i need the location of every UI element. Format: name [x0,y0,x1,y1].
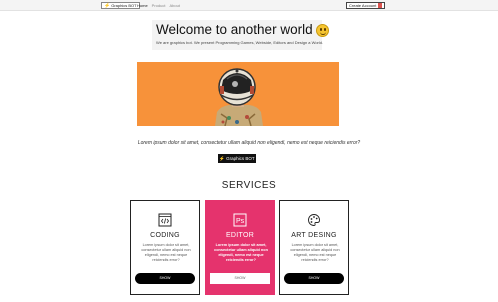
service-card-art: ART DESING Lorem ipsum dolor sit amet, c… [279,200,349,295]
palette-icon [308,214,320,226]
show-button[interactable]: SHOW [210,273,270,284]
nav-link-about[interactable]: About [169,3,179,8]
brand-logo[interactable]: ⚡ Graphics BOT [101,2,140,9]
code-icon [158,213,172,227]
banner-image [137,62,339,126]
card-title: CODING [150,232,180,239]
nav-link-product[interactable]: Product [152,3,166,8]
card-text: Lorem ipsum dolor sit amet, consectetur … [214,243,268,262]
create-account-button[interactable]: Create Account [346,2,386,9]
account-icon [378,3,383,8]
photoshop-icon: Ps [233,213,247,227]
svg-text:Ps: Ps [236,218,245,225]
smiley-icon [315,23,329,37]
brand-name: Graphics BOT [111,2,137,8]
services-heading: SERVICES [221,180,277,191]
intro-text: Lorem ipsum dolor sit amet, consectetur … [137,140,361,146]
card-text: Lorem ipsum dolor sit amet, consectetur … [290,243,340,262]
show-button[interactable]: SHOW [284,273,344,284]
lightning-icon: ⚡ [219,156,225,161]
show-button[interactable]: SHOW [135,273,195,284]
nav-link-home[interactable]: Home [137,3,148,8]
graphics-bot-button-label: Graphics BOT [226,156,255,161]
navbar: ⚡ Graphics BOT Home Product About Create… [0,0,498,11]
lightning-icon: ⚡ [104,2,111,9]
astronaut-illustration [215,68,263,126]
nav-links: Home Product About [137,3,180,8]
card-text: Lorem ipsum dolor sit amet, consectetur … [141,243,191,262]
hero-title-text: Welcome to another world [156,22,313,37]
card-title: EDITOR [225,232,255,239]
service-card-coding: CODING Lorem ipsum dolor sit amet, conse… [130,200,200,295]
create-account-label: Create Account [349,3,377,8]
card-title: ART DESING [291,232,337,239]
hero-subtitle: We are graphics bot. We present Programm… [156,40,324,45]
service-card-editor: Ps EDITOR Lorem ipsum dolor sit amet, co… [205,200,275,295]
hero-title: Welcome to another world [156,22,329,38]
graphics-bot-button[interactable]: ⚡ Graphics BOT [218,154,256,163]
